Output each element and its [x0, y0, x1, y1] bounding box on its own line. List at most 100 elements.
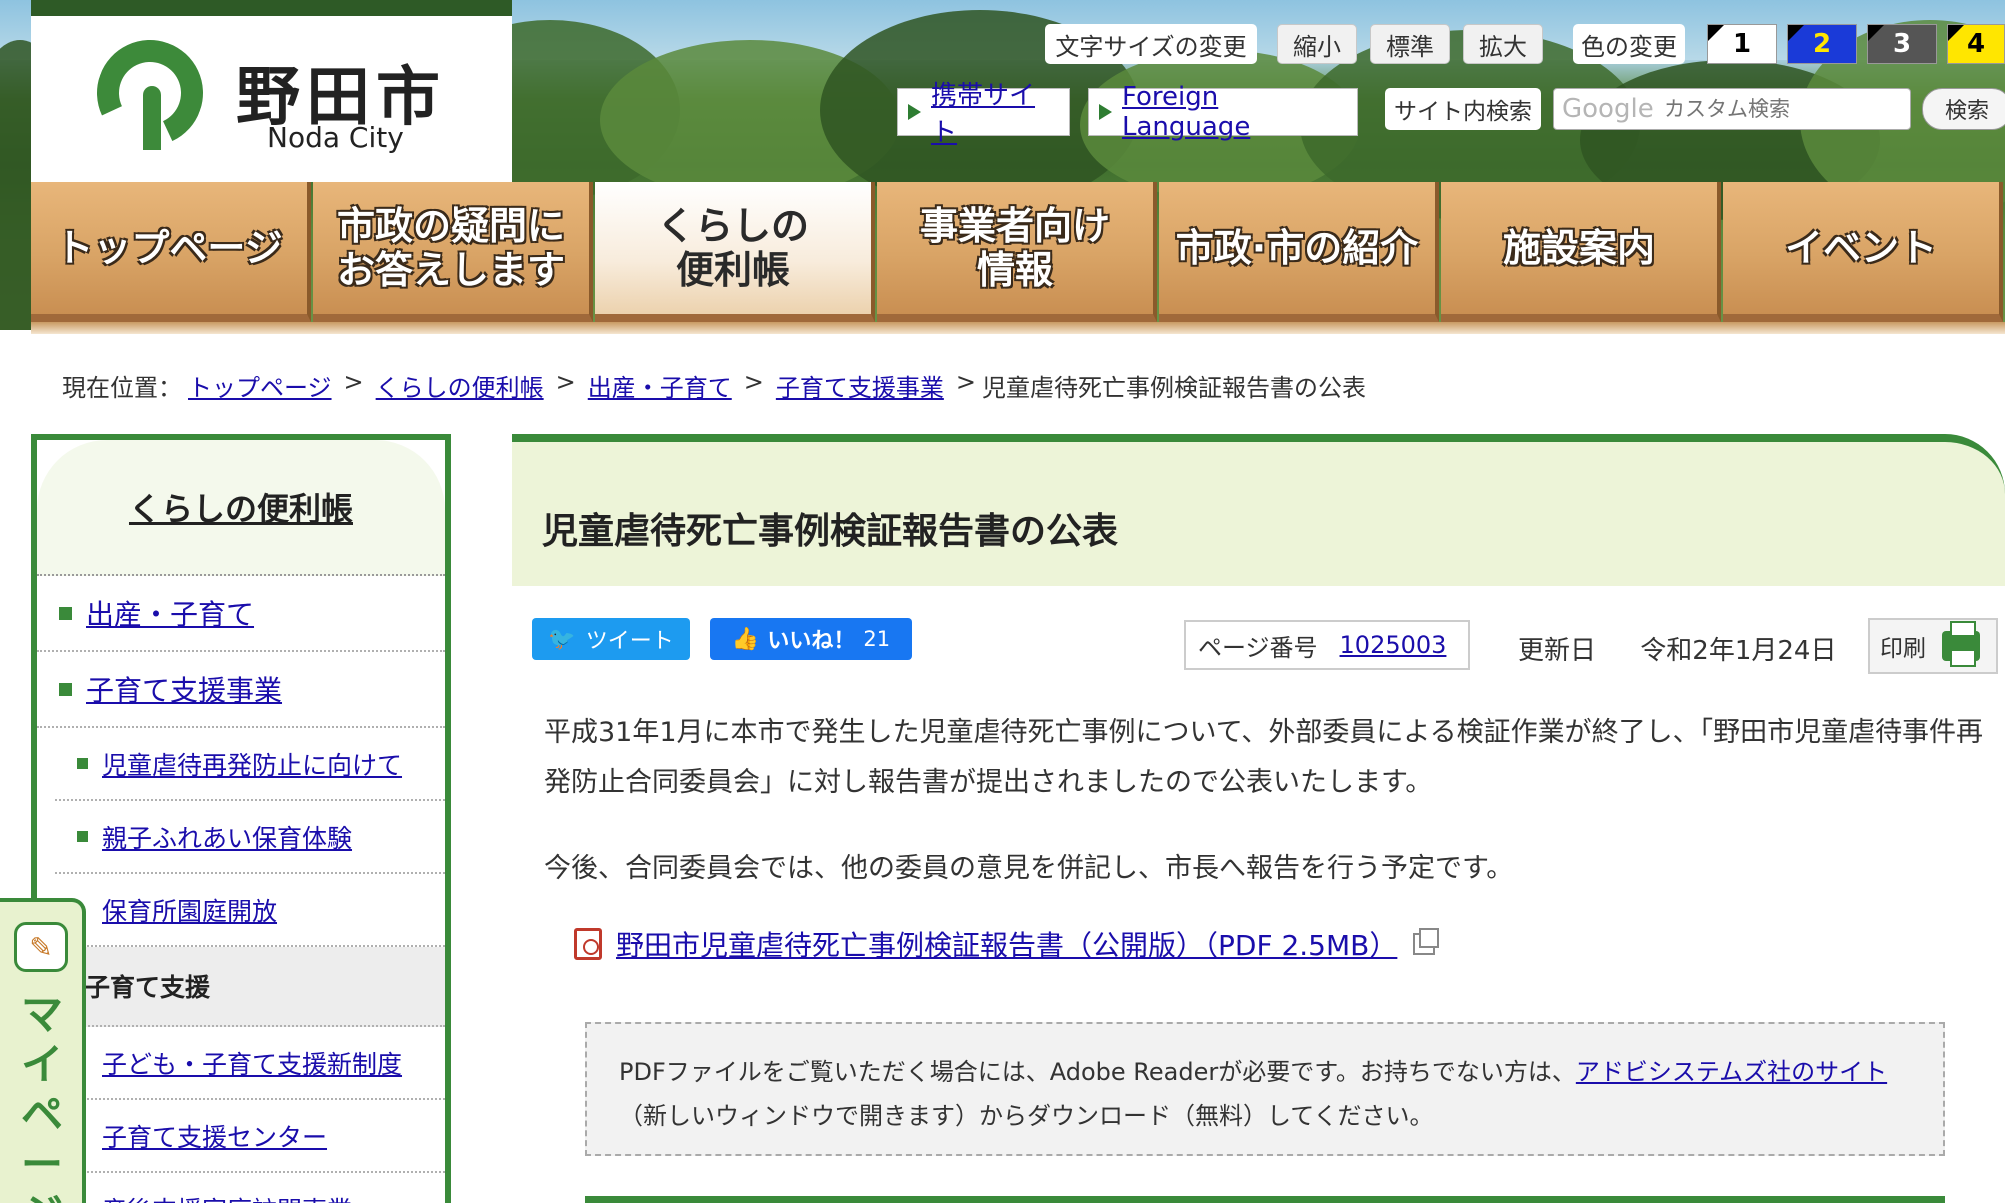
color-scheme-4-label: 4 [1966, 29, 1986, 59]
color-scheme-3-label: 3 [1892, 29, 1912, 59]
pencil-icon: ✎ [14, 922, 68, 972]
font-small-button[interactable]: 縮小 [1277, 24, 1357, 64]
breadcrumb-separator: > [743, 368, 764, 396]
sidebar-header: くらしの便利帳 [37, 440, 445, 576]
sidebar-subitem-label[interactable]: 児童虐待再発防止に向けて [102, 746, 402, 782]
breadcrumb: 現在位置： トップページ > くらしの便利帳 > 出産・子育て > 子育て支援事… [62, 368, 1366, 403]
sidebar-subitem-label[interactable]: 保育所園庭開放 [102, 892, 277, 928]
mypage-tab[interactable]: ✎ マイページ [0, 898, 86, 1203]
print-button[interactable]: 印刷 [1868, 618, 1998, 674]
tweet-label: ツイート [585, 629, 674, 654]
color-scheme-1-label: 1 [1732, 29, 1752, 59]
sidebar-subitem: 産後支援家庭訪問事業 [55, 1173, 445, 1203]
mypage-label: マイページ [20, 990, 63, 1203]
thumbs-up-icon: 👍 [731, 626, 760, 652]
color-scheme-2-label: 2 [1812, 29, 1832, 59]
breadcrumb-separator: > [343, 368, 364, 396]
print-label: 印刷 [1880, 636, 1926, 662]
sidebar-subitem-label[interactable]: 産後支援家庭訪問事業 [102, 1191, 352, 1203]
breadcrumb-separator: > [955, 368, 976, 396]
font-normal-button[interactable]: 標準 [1370, 24, 1450, 64]
breadcrumb-separator: > [555, 368, 576, 396]
color-change-label: 色の変更 [1573, 24, 1685, 64]
new-window-icon [1413, 928, 1440, 955]
breadcrumb-current: 児童虐待死亡事例検証報告書の公表 [981, 374, 1366, 402]
updated-value: 令和2年1月24日 [1640, 636, 1837, 666]
corner-mark-icon [1788, 25, 1804, 41]
nav-item-business[interactable]: 事業者向け 情報 [877, 182, 1157, 322]
page-number-link[interactable]: 1025003 [1340, 631, 1447, 659]
arrow-right-icon [1099, 104, 1112, 120]
like-label: いいね！ [767, 629, 856, 654]
nav-item-faq[interactable]: 市政の疑問に お答えします [313, 182, 593, 322]
pdf-download-link: 野田市児童虐待死亡事例検証報告書（公開版）（PDF 2.5MB） [574, 924, 1440, 964]
global-nav: トップページ 市政の疑問に お答えします くらしの 便利帳 事業者向け 情報 市… [31, 182, 2005, 322]
nav-item-events[interactable]: イベント [1723, 182, 2003, 322]
color-scheme-2-button[interactable]: 2 [1787, 24, 1857, 64]
sidebar-section-heading: 子育て支援 [37, 947, 445, 1027]
updated-label: 更新日 [1518, 636, 1597, 666]
body-paragraph: 今後、合同委員会では、他の委員の意見を併記し、市長へ報告を行う予定です。 [544, 853, 1514, 884]
nav-bottom-border [31, 322, 2005, 334]
tweet-button[interactable]: 🐦 ツイート [532, 618, 690, 660]
page-number-label: ページ番号 [1198, 633, 1318, 662]
breadcrumb-link-top[interactable]: トップページ [188, 368, 332, 403]
corner-mark-icon [1868, 25, 1884, 41]
breadcrumb-prefix: 現在位置： [62, 374, 182, 402]
corner-mark-icon [1948, 25, 1964, 41]
sidebar: くらしの便利帳 出産・子育て 子育て支援事業 児童虐待再発防止に向けて 親子ふれ… [31, 434, 451, 1203]
sidebar-subitem: 子ども・子育て支援新制度 [55, 1027, 445, 1100]
adobe-site-link[interactable]: アドビシステムズ社のサイト [1576, 1058, 1887, 1086]
sidebar-item-label[interactable]: 出産・子育て [86, 593, 254, 633]
site-logo[interactable]: 野田市 Noda City [31, 0, 512, 182]
sidebar-item-label[interactable]: 子育て支援事業 [86, 669, 282, 709]
corner-mark-icon [1708, 25, 1724, 41]
color-scheme-4-button[interactable]: 4 [1947, 24, 2005, 64]
pdf-link-label[interactable]: 野田市児童虐待死亡事例検証報告書（公開版）（PDF 2.5MB） [616, 924, 1397, 964]
logo-english-name: Noda City [267, 121, 404, 154]
facebook-like-button[interactable]: 👍 いいね！ 21 [710, 618, 912, 660]
google-logo: Google [1562, 94, 1654, 124]
page-title: 児童虐待死亡事例検証報告書の公表 [542, 511, 1119, 552]
body-paragraph: 平成31年1月に本市で発生した児童虐待死亡事例について、外部委員による検証作業が… [544, 717, 1984, 798]
page-number-box: ページ番号 1025003 [1184, 620, 1470, 670]
nav-item-top[interactable]: トップページ [31, 182, 311, 322]
font-size-label: 文字サイズの変更 [1045, 24, 1257, 64]
bullet-square-icon [77, 758, 88, 769]
pdf-file-icon [574, 928, 602, 960]
breadcrumb-link-childbirth[interactable]: 出産・子育て [588, 368, 732, 403]
nav-item-living-guide[interactable]: くらしの 便利帳 [595, 182, 875, 322]
bullet-square-icon [77, 831, 88, 842]
like-count: 21 [863, 627, 891, 651]
sidebar-subitem-label[interactable]: 親子ふれあい保育体験 [102, 819, 352, 855]
color-scheme-1-button[interactable]: 1 [1707, 24, 1777, 64]
sidebar-title-link[interactable]: くらしの便利帳 [129, 484, 353, 530]
mobile-site-link[interactable]: 携帯サイト [897, 81, 1070, 148]
notice-text: （新しいウィンドウで開きます）からダウンロード（無料）してください。 [619, 1102, 1434, 1130]
mobile-site-link-label: 携帯サイト [931, 81, 1036, 148]
sidebar-subitem: 児童虐待再発防止に向けて [55, 728, 445, 801]
pdf-reader-notice: PDFファイルをご覧いただく場合には、Adobe Readerが必要です。お持ち… [585, 1022, 1945, 1156]
nav-item-city-info[interactable]: 市政·市の紹介 [1159, 182, 1439, 322]
nav-item-facilities[interactable]: 施設案内 [1441, 182, 1721, 322]
sidebar-subitem-label[interactable]: 子育て支援センター [102, 1118, 327, 1154]
sidebar-subitem-label[interactable]: 子ども・子育て支援新制度 [102, 1045, 402, 1081]
bullet-square-icon [59, 606, 72, 620]
twitter-bird-icon: 🐦 [548, 626, 576, 652]
sidebar-subitem: 子育て支援センター [55, 1100, 445, 1173]
foreign-language-link-label: Foreign Language [1122, 82, 1251, 142]
search-button[interactable]: 検索 [1922, 88, 2005, 130]
foreign-language-link[interactable]: Foreign Language [1088, 82, 1358, 142]
bullet-square-icon [59, 682, 72, 696]
sidebar-subitem: 親子ふれあい保育体験 [55, 801, 445, 874]
color-scheme-3-button[interactable]: 3 [1867, 24, 1937, 64]
arrow-right-icon [908, 104, 921, 120]
sidebar-item-childbirth: 出産・子育て [37, 576, 445, 652]
sidebar-item-childcare-support: 子育て支援事業 [37, 652, 445, 728]
site-search-label: サイト内検索 [1385, 88, 1541, 130]
font-large-button[interactable]: 拡大 [1463, 24, 1543, 64]
breadcrumb-link-childcare-support[interactable]: 子育て支援事業 [776, 368, 944, 403]
noda-city-emblem-stem [143, 86, 161, 150]
breadcrumb-link-living-guide[interactable]: くらしの便利帳 [376, 368, 544, 403]
updated-date: 更新日 令和2年1月24日 [1518, 630, 1836, 667]
